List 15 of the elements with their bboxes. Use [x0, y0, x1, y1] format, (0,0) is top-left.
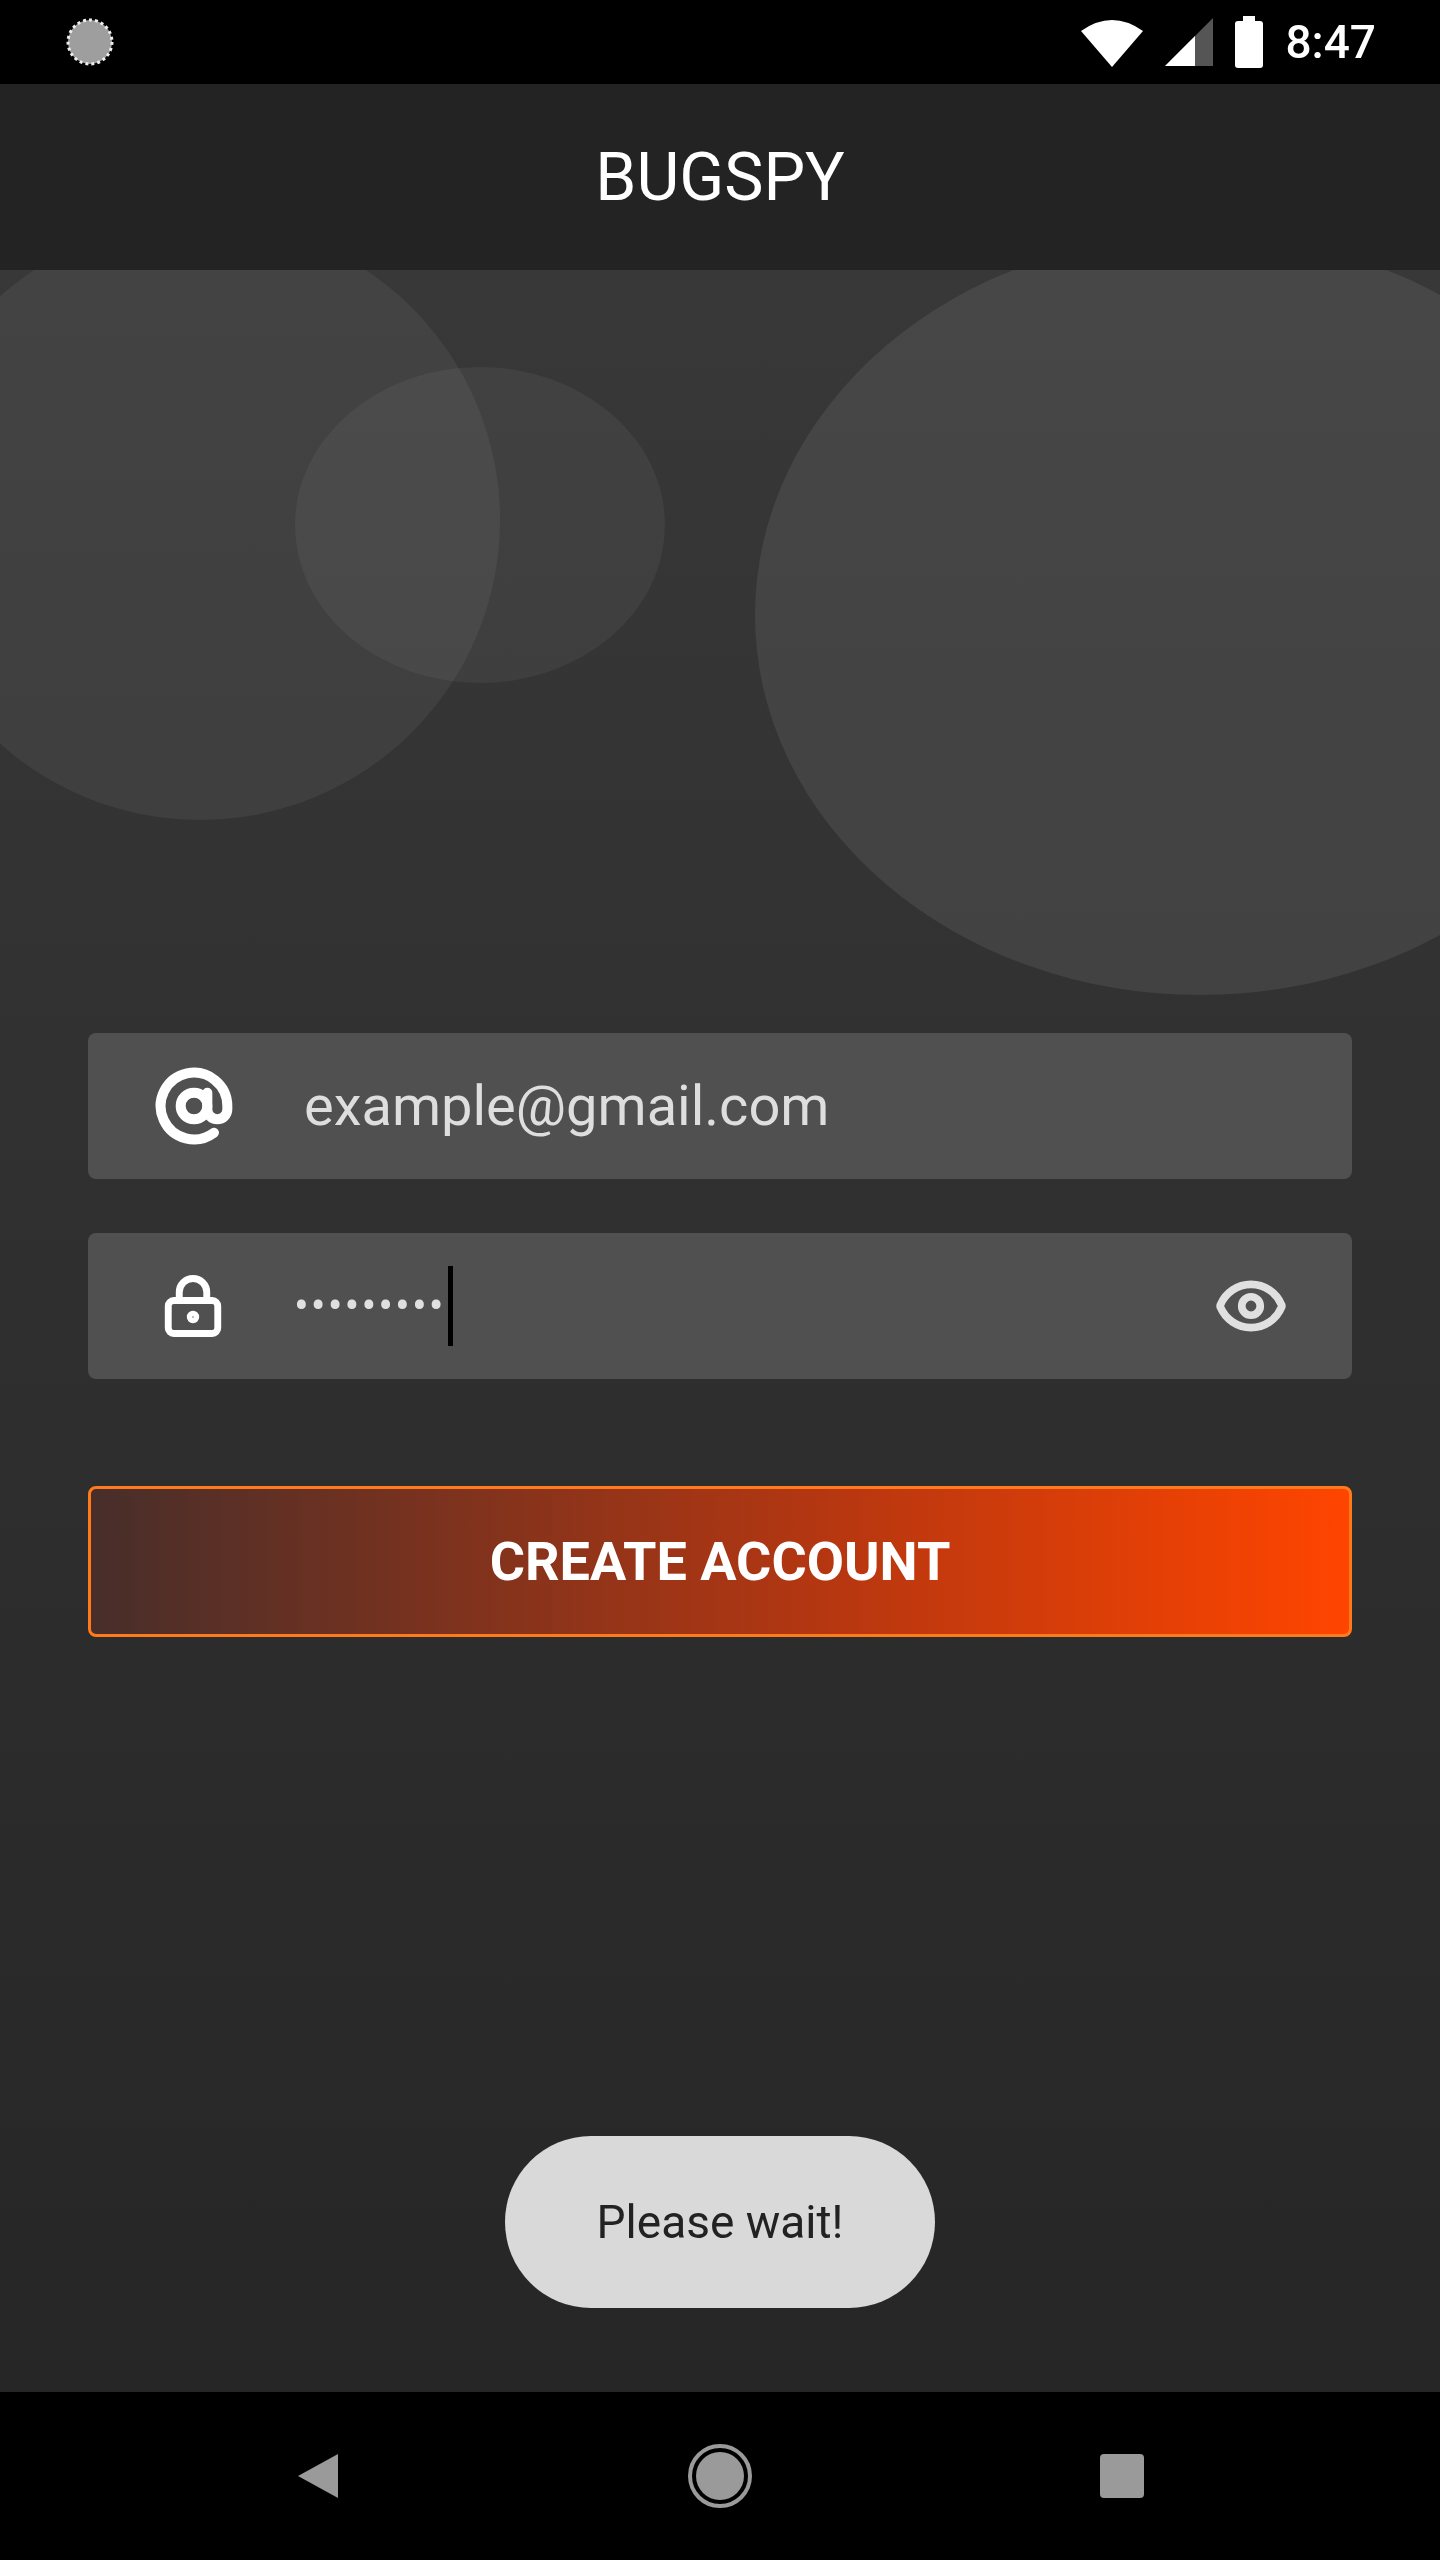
at-sign-icon [154, 1066, 234, 1146]
app-title: BUGSPY [595, 137, 845, 218]
wifi-icon [1081, 17, 1144, 67]
email-value: example@gmail.com [304, 1072, 830, 1141]
signal-icon [1165, 18, 1214, 66]
toast-message: Please wait! [505, 2136, 935, 2308]
password-value: ••••••••• [294, 1279, 446, 1334]
battery-icon [1235, 16, 1264, 68]
home-icon[interactable] [687, 2443, 753, 2509]
sync-icon [64, 16, 116, 68]
status-time: 8:47 [1285, 13, 1376, 71]
password-field[interactable]: ••••••••• [88, 1233, 1352, 1379]
email-field[interactable]: example@gmail.com [88, 1033, 1352, 1179]
create-account-button[interactable]: CREATE ACCOUNT [88, 1486, 1352, 1637]
back-icon[interactable] [296, 2452, 340, 2500]
